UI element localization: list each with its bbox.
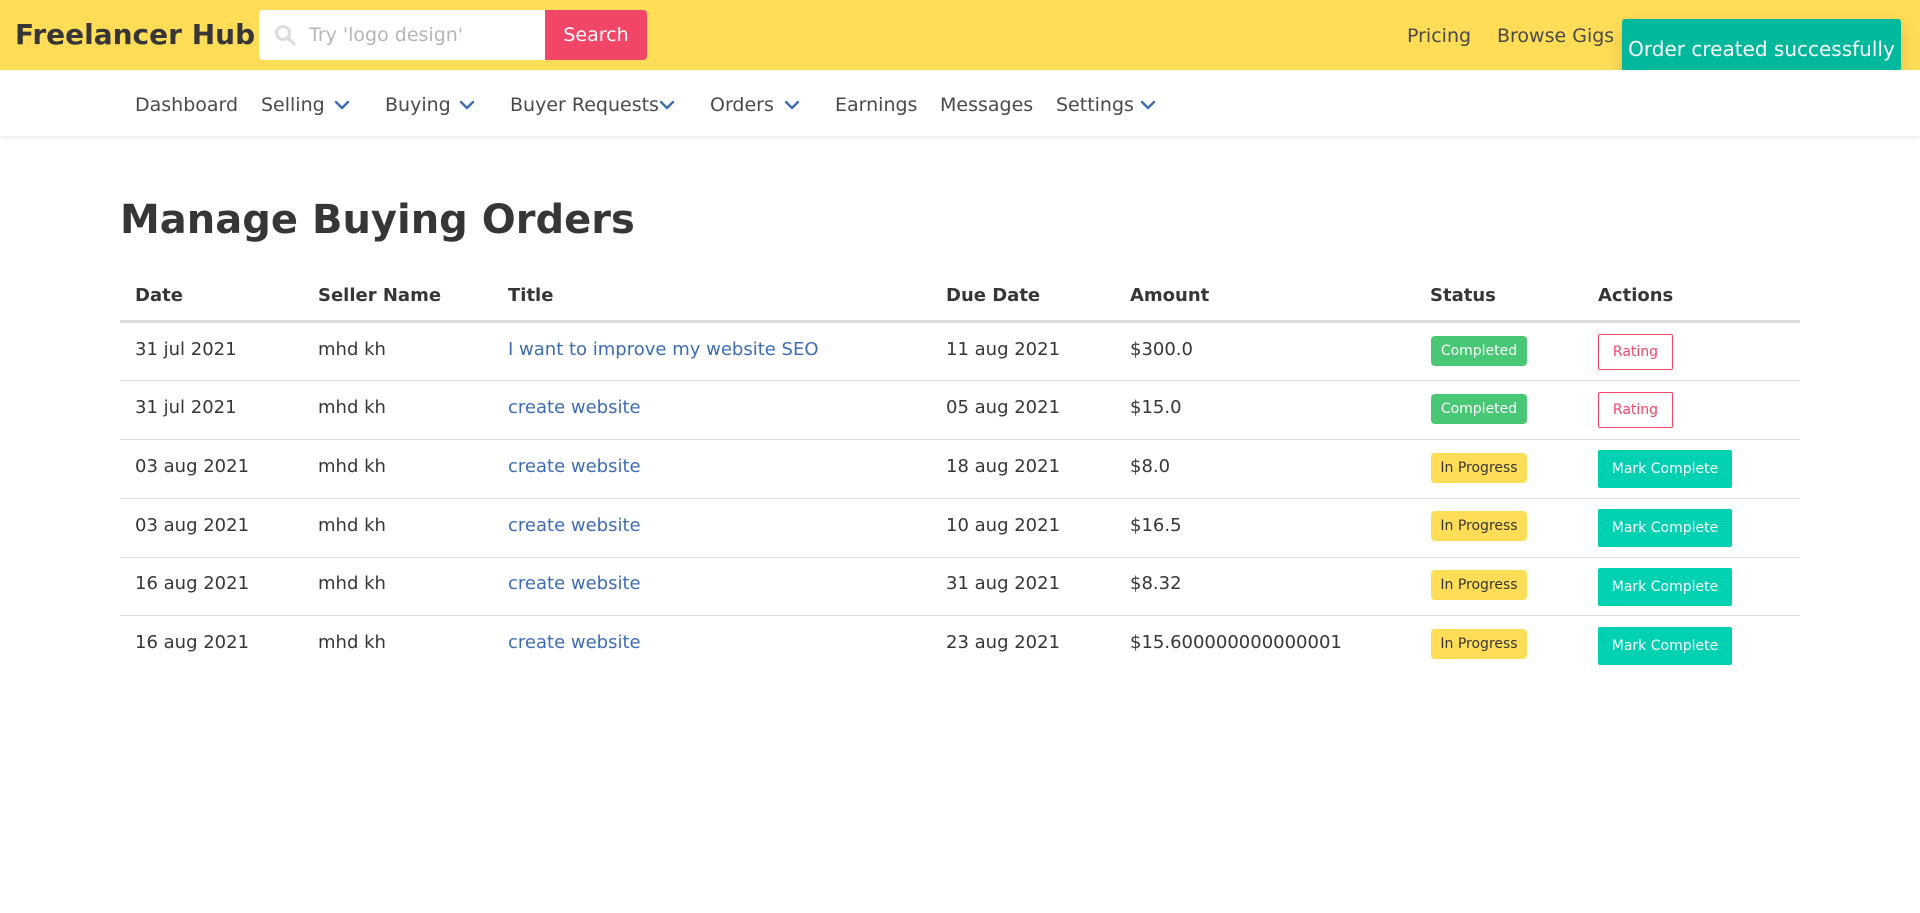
cell-due-date: 05 aug 2021 [946,397,1061,418]
status-badge: Completed [1431,394,1527,424]
cell-date: 16 aug 2021 [135,632,250,653]
order-title-link[interactable]: create website [508,572,641,596]
order-title-link[interactable]: I want to improve my website SEO [508,338,819,362]
rating-button[interactable]: Rating [1598,334,1673,370]
cell-amount: $15.0 [1130,397,1182,418]
nav-messages[interactable]: Messages [940,93,1033,117]
page-title: Manage Buying Orders [120,197,635,243]
mark-complete-button[interactable]: Mark Complete [1598,450,1732,488]
chevron-down-icon[interactable] [1139,96,1157,114]
column-header-seller: Seller Name [318,285,442,306]
nav-orders[interactable]: Orders [710,93,774,117]
status-badge: In Progress [1431,511,1527,541]
search-button[interactable]: Search [545,10,647,60]
column-header-title: Title [508,285,554,306]
cell-seller: mhd kh [318,515,386,536]
search-box [259,10,546,60]
status-badge: In Progress [1431,453,1527,483]
column-header-amount: Amount [1130,285,1210,306]
cell-date: 03 aug 2021 [135,456,250,477]
order-title-link[interactable]: create website [508,631,641,655]
row-divider [120,615,1800,616]
nav-buying[interactable]: Buying [385,93,451,117]
cell-date: 03 aug 2021 [135,515,250,536]
status-badge: In Progress [1431,570,1527,600]
row-divider [120,557,1800,558]
status-badge: In Progress [1431,629,1527,659]
cell-amount: $8.0 [1130,456,1171,477]
nav-selling[interactable]: Selling [261,93,325,117]
cell-date: 31 jul 2021 [135,339,237,360]
cell-due-date: 18 aug 2021 [946,456,1061,477]
order-title-link[interactable]: create website [508,455,641,479]
browse-gigs-link[interactable]: Browse Gigs [1497,24,1614,48]
row-divider [120,498,1800,499]
cell-seller: mhd kh [318,456,386,477]
cell-due-date: 23 aug 2021 [946,632,1061,653]
nav-buyer-requests[interactable]: Buyer Requests [510,93,659,117]
cell-date: 16 aug 2021 [135,573,250,594]
cell-amount: $300.0 [1130,339,1193,360]
chevron-down-icon[interactable] [783,96,801,114]
cell-due-date: 10 aug 2021 [946,515,1061,536]
chevron-down-icon[interactable] [458,96,476,114]
row-divider [120,380,1800,381]
mark-complete-button[interactable]: Mark Complete [1598,568,1732,606]
mark-complete-button[interactable]: Mark Complete [1598,509,1732,547]
cell-seller: mhd kh [318,573,386,594]
rating-button[interactable]: Rating [1598,392,1673,428]
nav-dashboard[interactable]: Dashboard [135,93,238,117]
cell-date: 31 jul 2021 [135,397,237,418]
cell-seller: mhd kh [318,339,386,360]
cell-due-date: 31 aug 2021 [946,573,1061,594]
main-nav: Dashboard Selling Buying Buyer Requests … [0,70,1920,136]
cell-amount: $15.600000000000001 [1130,632,1342,653]
row-divider [120,439,1800,440]
cell-seller: mhd kh [318,397,386,418]
pricing-link[interactable]: Pricing [1407,24,1471,48]
cell-amount: $8.32 [1130,573,1182,594]
column-header-status: Status [1430,285,1496,306]
cell-amount: $16.5 [1130,515,1182,536]
table-header-divider [120,320,1800,323]
cell-seller: mhd kh [318,632,386,653]
column-header-actions: Actions [1598,285,1674,306]
order-title-link[interactable]: create website [508,514,641,538]
nav-earnings[interactable]: Earnings [835,93,917,117]
order-title-link[interactable]: create website [508,396,641,420]
mark-complete-button[interactable]: Mark Complete [1598,627,1732,665]
chevron-down-icon[interactable] [333,96,351,114]
column-header-due-date: Due Date [946,285,1041,306]
search-icon [275,25,296,46]
nav-settings[interactable]: Settings [1056,93,1134,117]
chevron-down-icon[interactable] [658,96,676,114]
search-input[interactable] [309,10,539,60]
column-header-date: Date [135,285,183,306]
cell-due-date: 11 aug 2021 [946,339,1061,360]
brand-logo[interactable]: Freelancer Hub [15,17,255,53]
status-badge: Completed [1431,336,1527,366]
